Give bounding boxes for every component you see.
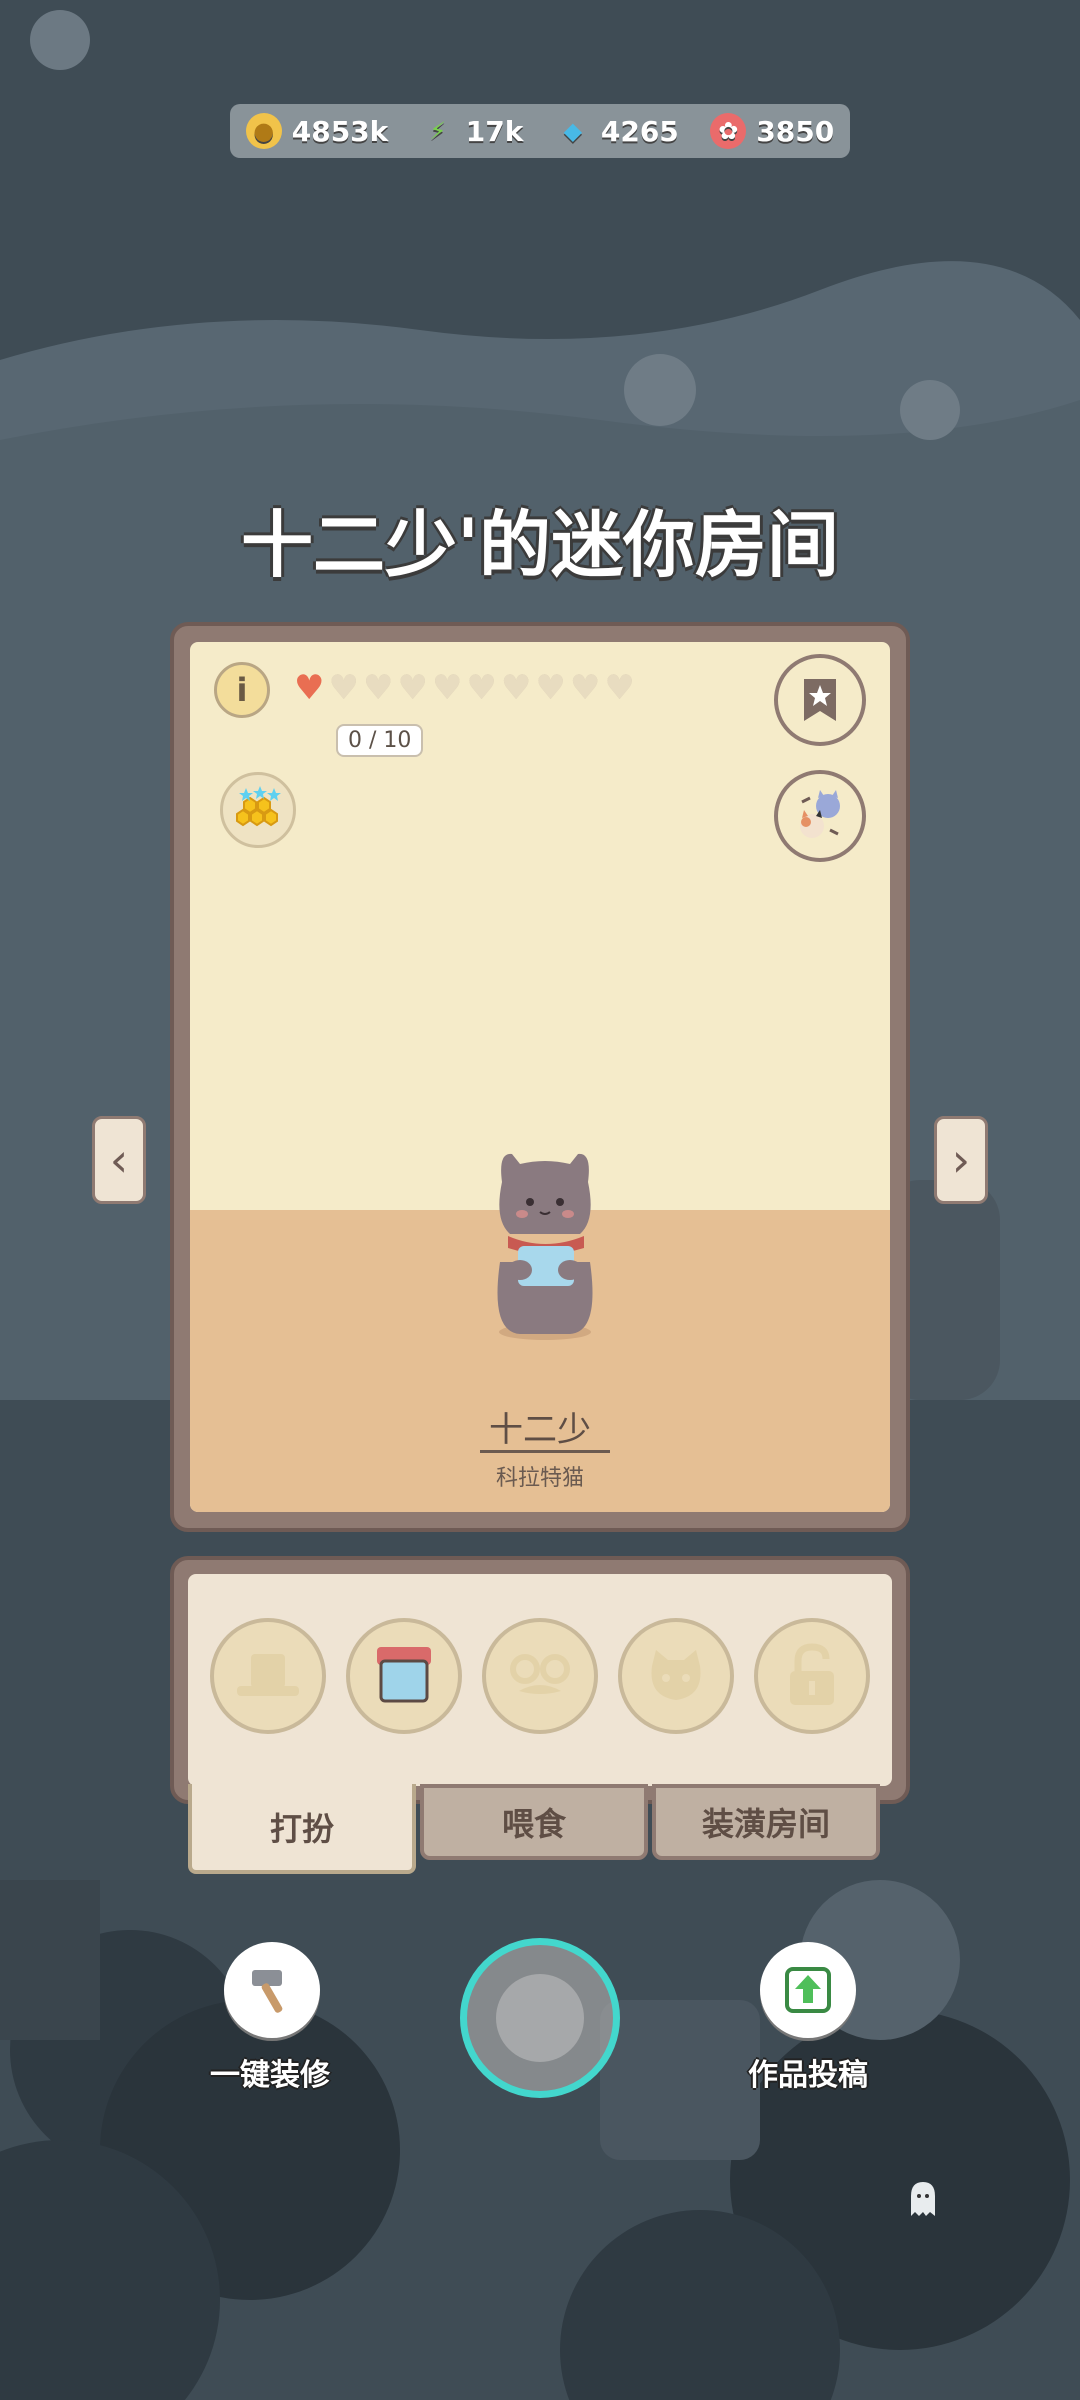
- glasses-mustache-icon: [510, 1654, 570, 1694]
- gold-coin-icon: ●: [245, 113, 282, 149]
- submit-work-button[interactable]: [760, 1942, 856, 2038]
- cat-face-icon: [651, 1650, 701, 1700]
- resource-candy: ✿ 3850: [710, 113, 834, 149]
- energy-amount: 17k: [465, 114, 524, 148]
- bookmark-button[interactable]: [774, 654, 866, 746]
- resource-gold: ● 4853k: [245, 113, 389, 149]
- heart-empty-icon: ♥: [328, 668, 359, 708]
- shirt-icon: [377, 1647, 431, 1703]
- tab-dress-up[interactable]: 打扮: [188, 1784, 416, 1874]
- outfit-slot-locked[interactable]: [754, 1618, 870, 1734]
- gold-amount: 4853k: [291, 114, 389, 148]
- hammer-icon: [252, 1970, 283, 2013]
- outfit-slot-accessory[interactable]: [482, 1618, 598, 1734]
- heart-empty-icon: ♥: [569, 668, 601, 708]
- resource-bar: ● 4853k ⚡ 17k ◆ 4265 ✿ 3850: [230, 104, 850, 158]
- room-card: i ♥ ♥ ♥ ♥ ♥ ♥ ♥ ♥ ♥ ♥ 0 / 10 十二少 科拉特猫: [170, 622, 910, 1532]
- heart-empty-icon: ♥: [431, 668, 463, 708]
- heart-empty-icon: ♥: [604, 668, 635, 708]
- tab-decorate-room[interactable]: 装潢房间: [652, 1784, 880, 1860]
- outfit-panel-inner: [188, 1574, 892, 1786]
- heart-filled-icon: ♥: [294, 668, 325, 708]
- heart-empty-icon: ♥: [397, 668, 428, 708]
- outfit-panel: [170, 1556, 910, 1804]
- cat-breed: 科拉特猫: [495, 1466, 584, 1491]
- chevron-left-icon: ‹: [109, 1133, 129, 1187]
- cat-character[interactable]: [480, 1142, 610, 1342]
- heart-empty-icon: ♥: [535, 668, 566, 708]
- cat-name: 十二少: [489, 1410, 591, 1450]
- tab-feed[interactable]: 喂食: [420, 1784, 648, 1860]
- room-title: 十二少'的迷你房间: [240, 503, 840, 587]
- red-candy-icon: ✿: [710, 113, 747, 149]
- info-icon: i: [236, 671, 248, 709]
- energy-bolt-icon: ⚡: [429, 117, 447, 145]
- outfit-slot-face[interactable]: [618, 1618, 734, 1734]
- resource-gem: ◆ 4265: [555, 113, 679, 149]
- room-view: i ♥ ♥ ♥ ♥ ♥ ♥ ♥ ♥ ♥ ♥ 0 / 10 十二少 科拉特猫: [190, 642, 890, 1512]
- outfit-slot-hat[interactable]: [210, 1618, 326, 1734]
- one-click-decorate-button[interactable]: [224, 1942, 320, 2038]
- swap-cat-button[interactable]: [774, 770, 866, 862]
- heart-empty-icon: ♥: [500, 668, 532, 708]
- camera-button[interactable]: [460, 1938, 620, 2098]
- info-button[interactable]: i: [214, 662, 270, 718]
- outfit-slot-shirt[interactable]: [346, 1618, 462, 1734]
- hat-icon: [237, 1654, 299, 1696]
- candy-amount: 3850: [756, 114, 835, 148]
- prev-room-button[interactable]: ‹: [92, 1116, 146, 1204]
- locked-icon: [790, 1643, 834, 1705]
- affection-hearts: ♥ ♥ ♥ ♥ ♥ ♥ ♥ ♥ ♥ ♥: [294, 668, 635, 708]
- upload-icon: [785, 1967, 831, 2013]
- heart-empty-icon: ♥: [466, 668, 497, 708]
- bookmark-star-icon: [804, 679, 836, 721]
- honeycomb-badge[interactable]: [220, 772, 296, 848]
- honeycomb-icon: [236, 786, 281, 827]
- camera-icon: [496, 1974, 584, 2062]
- cat-name-divider: [480, 1450, 610, 1453]
- one-click-decorate-label[interactable]: 一键装修: [210, 2050, 330, 2094]
- affection-progress: 0 / 10: [336, 724, 424, 757]
- submit-work-label[interactable]: 作品投稿: [748, 2050, 868, 2094]
- blue-gem-icon: ◆: [563, 117, 583, 145]
- chevron-right-icon: ›: [951, 1133, 971, 1187]
- gem-amount: 4265: [600, 114, 679, 148]
- swap-cats-icon: [800, 790, 840, 838]
- ghost-icon: [911, 2182, 935, 2216]
- heart-empty-icon: ♥: [362, 668, 394, 708]
- next-room-button[interactable]: ›: [934, 1116, 988, 1204]
- resource-energy: ⚡ 17k: [420, 113, 524, 149]
